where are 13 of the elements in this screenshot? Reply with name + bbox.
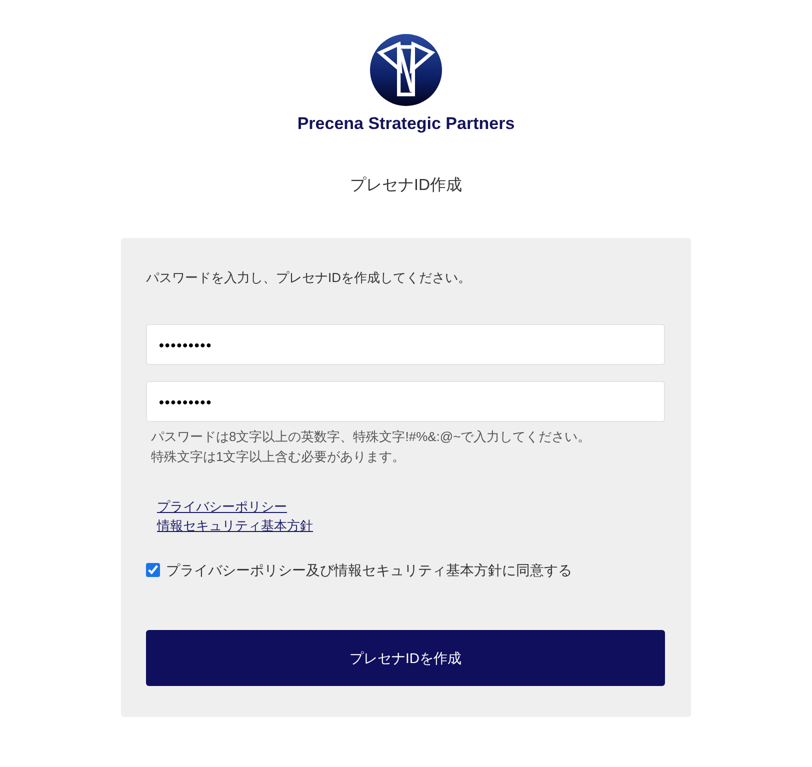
policy-link[interactable]: 情報セキュリティ基本方針 [157,516,313,535]
brand-name: Precena Strategic Partners [297,114,515,134]
password-field[interactable]: ••••••••• [146,381,665,422]
policy-link[interactable]: プライバシーポリシー [157,497,287,516]
hint-text: パスワードは8文字以上の英数字、特殊文字!#%&:@~で入力してください。 [151,428,592,446]
agree-label: プライバシーポリシー及び情報セキュリティ基本方針に同意する [166,561,572,580]
instruction-text: パスワードを入力し、プレセナIDを作成してください。 [146,269,472,287]
hint-text: 特殊文字は1文字以上含む必要があります。 [151,448,406,466]
create-id-button[interactable]: プレセナIDを作成 [146,630,665,686]
agree-checkbox[interactable] [146,563,160,577]
password-field[interactable]: ••••••••• [146,324,665,365]
logo-icon [370,34,442,106]
page-title: プレセナID作成 [350,176,462,196]
